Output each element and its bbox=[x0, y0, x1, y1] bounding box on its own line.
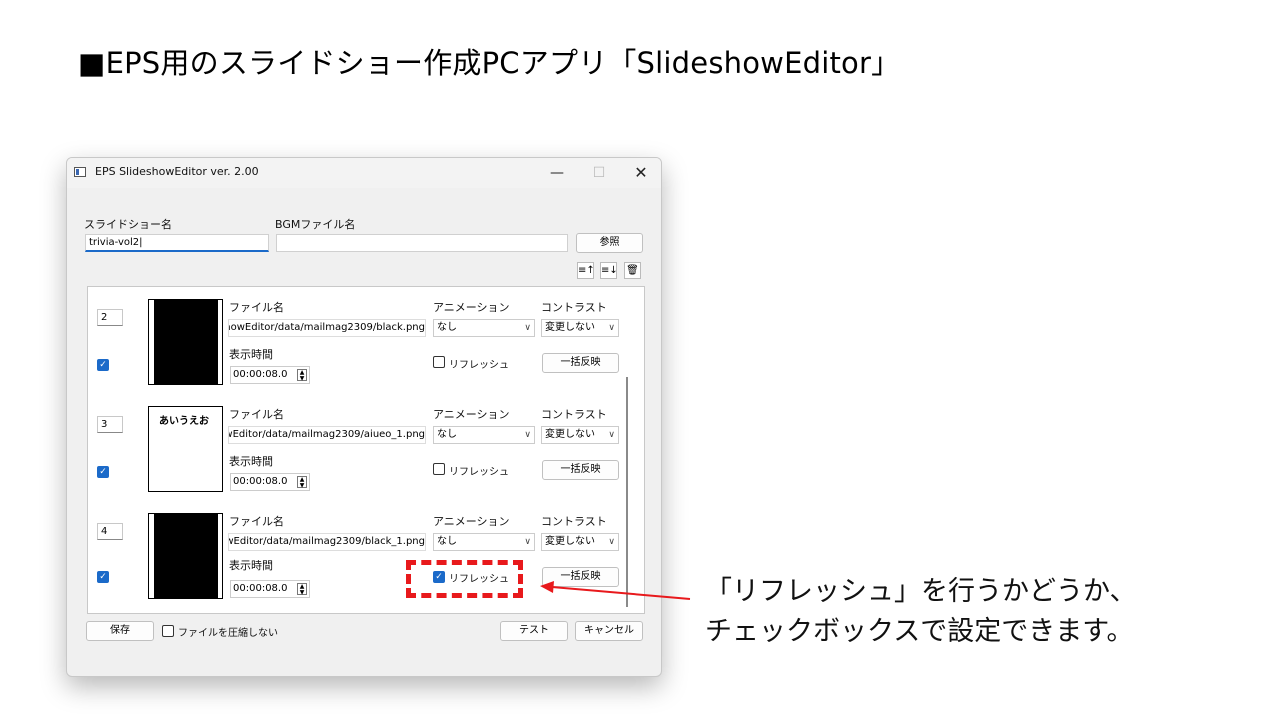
callout-text: 「リフレッシュ」を行うかどうか、 チェックボックスで設定できます。 bbox=[705, 572, 1136, 652]
callout-line-2: チェックボックスで設定できます。 bbox=[705, 616, 1134, 647]
callout-line-1: 「リフレッシュ」を行うかどうか、 bbox=[705, 576, 1137, 607]
